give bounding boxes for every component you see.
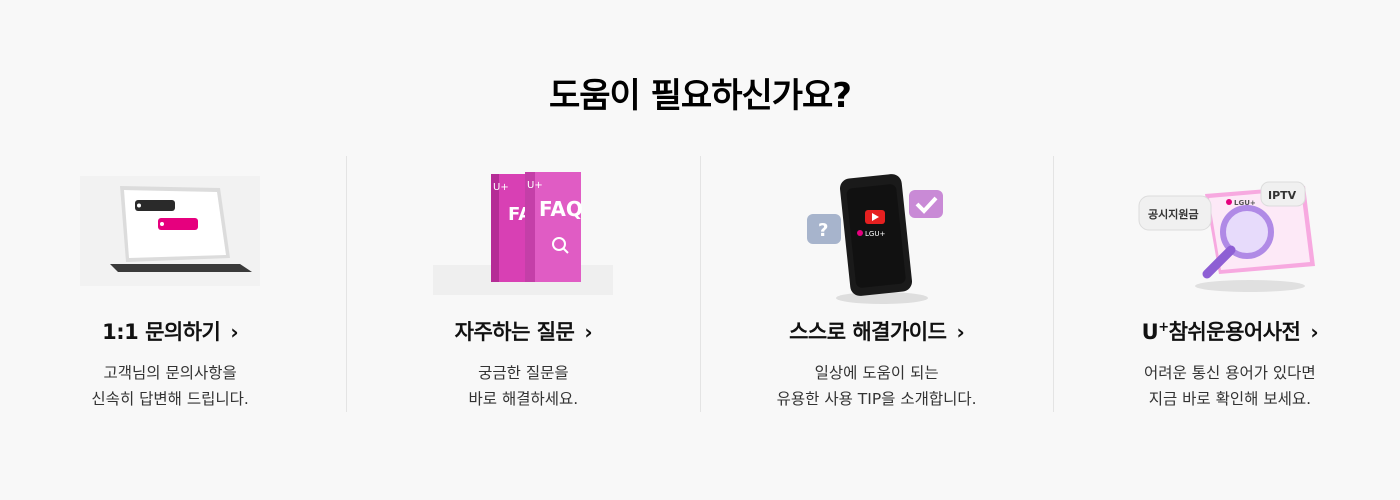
card-title[interactable]: 자주하는 질문 › bbox=[347, 316, 699, 346]
dictionary-magnifier-icon: LGU+ 공시지원금 IPTV bbox=[1054, 156, 1400, 306]
card-title[interactable]: 1:1 문의하기 › bbox=[0, 316, 346, 346]
chevron-right-icon: › bbox=[1310, 320, 1319, 344]
tablet-chat-icon bbox=[0, 156, 346, 306]
card-one-to-one-inquiry[interactable]: 1:1 문의하기 › 고객님의 문의사항을 신속히 답변해 드립니다. bbox=[0, 156, 346, 412]
chevron-right-icon: › bbox=[230, 320, 239, 344]
phone-guide-icon: ? LGU+ bbox=[701, 156, 1053, 306]
chevron-right-icon: › bbox=[956, 320, 965, 344]
card-description: 고객님의 문의사항을 신속히 답변해 드립니다. bbox=[91, 364, 249, 408]
card-faq[interactable]: U+ FAQ U+ FAQ 자주하는 질문› 궁금한 질문을 바로 해결하세요. bbox=[346, 156, 699, 412]
svg-text:FAQ: FAQ bbox=[539, 197, 583, 221]
card-description: 일상에 도움이 되는 유용한 사용 TIP을 소개합니다. bbox=[776, 364, 977, 408]
help-cards: 1:1 문의하기› 고객님의 문의사항을 신속히 답변해 드립니다. U+ FA… bbox=[0, 156, 1400, 412]
card-self-guide[interactable]: ? LGU+ 스스로 해결가이드 › 일상에 도움이 되는 유용한 사용 TIP을… bbox=[699, 156, 1053, 412]
svg-text:LGU+: LGU+ bbox=[865, 230, 885, 238]
svg-text:IPTV: IPTV bbox=[1268, 189, 1297, 202]
faq-books-icon: U+ FAQ U+ FAQ bbox=[347, 156, 699, 306]
card-title[interactable]: U+참쉬운용어사전 › bbox=[1054, 316, 1400, 346]
svg-text:U+: U+ bbox=[527, 180, 543, 191]
svg-text:?: ? bbox=[818, 220, 828, 241]
card-description: 어려운 통신 용어가 있다면 지금 바로 확인해 보세요. bbox=[1144, 364, 1316, 408]
card-glossary[interactable]: LGU+ 공시지원금 IPTV U+참쉬운용어사전 › 어려운 통신 용어가 있다… bbox=[1052, 156, 1400, 412]
card-title[interactable]: 스스로 해결가이드 › bbox=[701, 316, 1053, 346]
svg-text:U+: U+ bbox=[493, 182, 509, 193]
chevron-right-icon: › bbox=[584, 320, 593, 344]
svg-text:공시지원금: 공시지원금 bbox=[1148, 207, 1199, 221]
page-title: 도움이 필요하신가요? bbox=[548, 76, 852, 116]
card-description: 궁금한 질문을 바로 해결하세요. bbox=[468, 364, 579, 408]
